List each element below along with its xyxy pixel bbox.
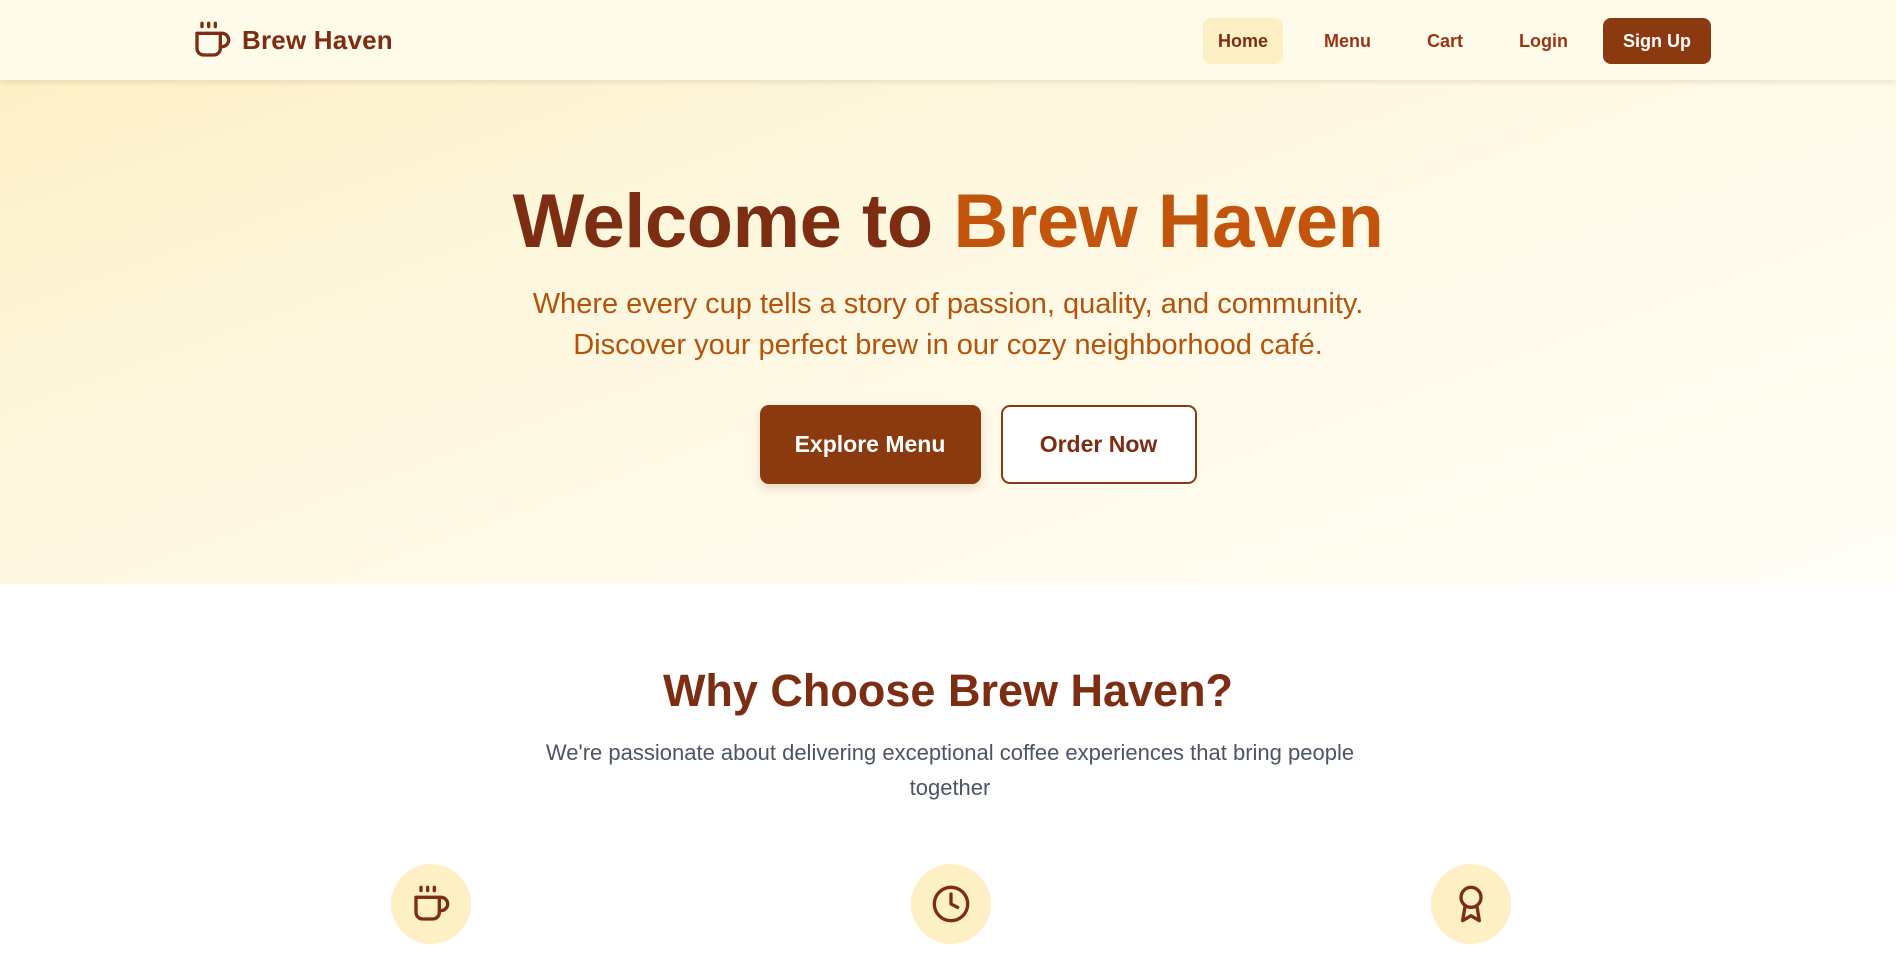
award-icon [1459,885,1483,923]
top-navbar: Brew Haven Home Menu Cart Login Sign Up [0,0,1896,80]
nav-link-login[interactable]: Login [1504,18,1583,64]
hero-actions: Explore Menu Order Now [0,405,1896,484]
feature-award-icon-badge [1431,864,1511,944]
explore-menu-button[interactable]: Explore Menu [759,405,981,484]
hero-title-prefix: Welcome to [512,179,954,264]
hero-subtitle-line-1: Where every cup tells a story of passion… [532,288,1364,320]
brand-logo-link[interactable]: Brew Haven [192,20,393,60]
feature-quality-icon-badge [391,864,471,944]
hero-subtitle-line-2: Discover your perfect brew in our cozy n… [573,329,1323,361]
brand-name: Brew Haven [242,24,393,55]
hero-subtitle: Where every cup tells a story of passion… [448,284,1448,366]
order-now-button[interactable]: Order Now [1000,405,1197,484]
main-nav: Home Menu Cart Login Sign Up [1202,18,1711,64]
hero-section: Welcome to Brew Haven Where every cup te… [0,80,1896,584]
feature-speed-icon-badge [911,864,991,944]
hero-title-accent: Brew Haven [953,179,1384,264]
signup-button[interactable]: Sign Up [1603,18,1711,64]
coffee-cup-icon [414,885,450,921]
features-subtitle: We're passionate about delivering except… [520,735,1380,805]
features-subtitle-line-1: We're passionate about delivering except… [545,740,1355,765]
nav-link-menu[interactable]: Menu [1309,18,1386,64]
features-subtitle-line-2: together [909,775,991,800]
nav-link-home[interactable]: Home [1202,18,1283,64]
features-title: Why Choose Brew Haven? [662,665,1234,716]
coffee-cup-icon [195,21,231,57]
nav-link-cart[interactable]: Cart [1412,18,1478,64]
hero-title: Welcome to Brew Haven [0,180,1896,264]
clock-icon [932,885,970,923]
